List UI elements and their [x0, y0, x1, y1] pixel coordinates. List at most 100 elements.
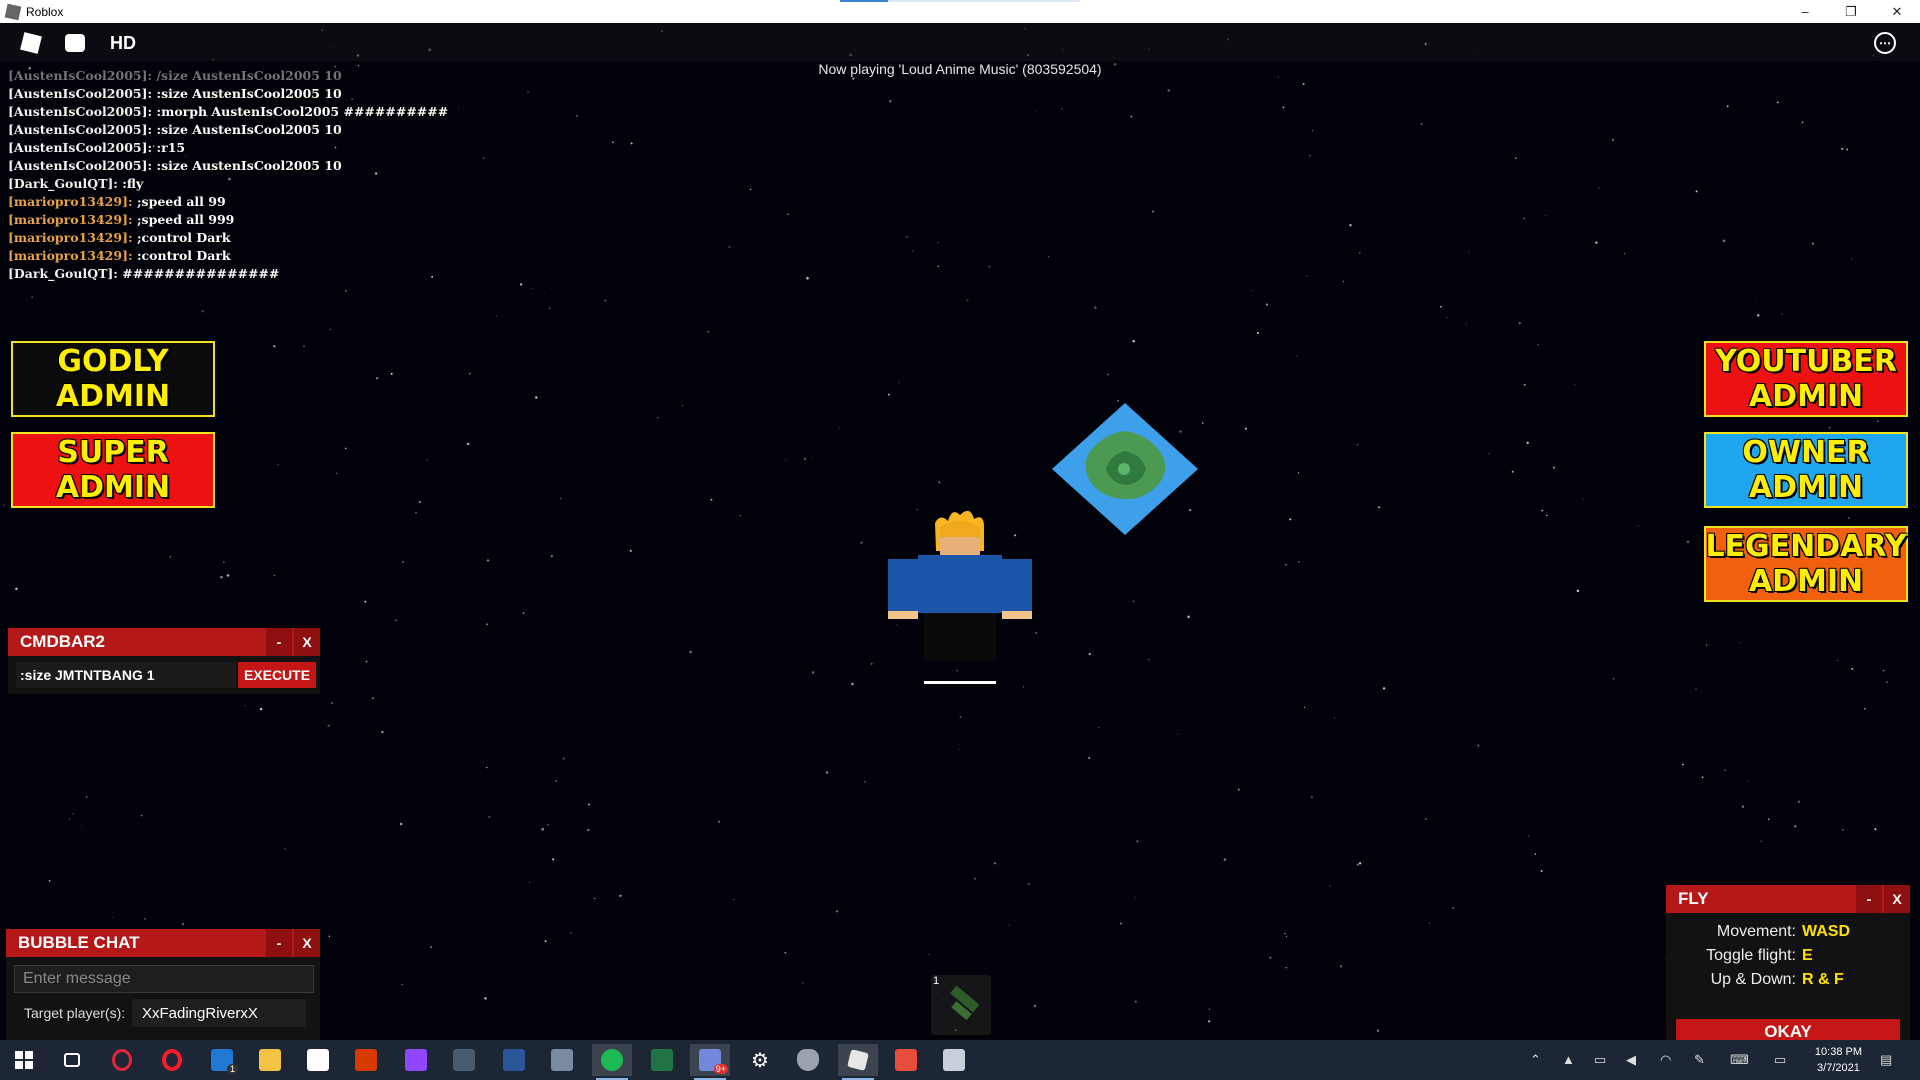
taskbar-excel[interactable] — [642, 1044, 682, 1076]
game-viewport[interactable]: HD ⋯ Now playing 'Loud Anime Music' (803… — [0, 23, 1920, 1040]
star — [395, 619, 397, 622]
star — [1828, 426, 1831, 429]
minimize-button[interactable]: – — [1782, 0, 1828, 23]
hd-icon[interactable]: HD — [106, 30, 140, 56]
player-avatar[interactable] — [880, 493, 1040, 723]
star — [1452, 907, 1454, 909]
star — [1864, 707, 1866, 710]
chat-line: [mariopro13429]: ;speed all 999 — [8, 212, 235, 227]
star — [1428, 922, 1431, 925]
legendary-admin-button[interactable]: LEGENDARY ADMIN — [1704, 526, 1908, 602]
task-view-button[interactable] — [52, 1044, 92, 1076]
star — [1724, 769, 1727, 771]
star — [1088, 652, 1091, 656]
star — [728, 246, 731, 249]
taskbar-security[interactable] — [788, 1044, 828, 1076]
youtuber-admin-button[interactable]: YOUTUBER ADMIN — [1704, 341, 1908, 417]
taskbar-roblox[interactable] — [838, 1044, 878, 1080]
fly-close-button[interactable]: X — [1884, 885, 1910, 913]
taskbar-mail[interactable]: 1 — [202, 1044, 242, 1076]
taskbar-opera-gx[interactable] — [102, 1044, 142, 1076]
fly-header[interactable]: FLY - X — [1666, 885, 1910, 913]
battery-icon[interactable]: ▭ — [1594, 1052, 1606, 1068]
star — [1514, 157, 1517, 160]
taskbar-office[interactable] — [346, 1044, 386, 1076]
taskbar-opera[interactable] — [152, 1044, 192, 1076]
close-window-button[interactable]: ✕ — [1874, 0, 1920, 23]
taskbar-file-explorer[interactable] — [250, 1044, 290, 1076]
bubble-chat-minimize-button[interactable]: - — [266, 929, 292, 957]
fly-movement-row: Movement: WASD — [1716, 923, 1850, 940]
super-admin-button[interactable]: SUPER ADMIN — [11, 432, 215, 508]
star — [1208, 1008, 1211, 1010]
star — [1349, 224, 1352, 227]
star — [1134, 1000, 1137, 1003]
star — [560, 498, 562, 500]
star — [906, 235, 909, 239]
star — [1376, 1029, 1380, 1032]
taskbar-calculator[interactable] — [444, 1044, 484, 1076]
chat-line: [mariopro13429]: ;speed all 99 — [8, 194, 226, 209]
star — [1187, 615, 1190, 619]
wifi-icon[interactable]: ◠ — [1660, 1052, 1671, 1068]
cmdbar-minimize-button[interactable]: - — [266, 628, 292, 656]
roblox-menu-icon[interactable] — [18, 30, 44, 56]
star — [1576, 589, 1580, 593]
volume-icon[interactable]: ◀ — [1626, 1052, 1636, 1068]
notifications-icon[interactable]: ▤ — [1880, 1052, 1892, 1068]
chat-line: [AustenIsCool2005]: :r15 — [8, 140, 186, 155]
fly-okay-button[interactable]: OKAY — [1676, 1019, 1900, 1040]
restore-button[interactable]: ❐ — [1828, 0, 1874, 23]
star — [1722, 239, 1726, 243]
start-button[interactable] — [4, 1044, 44, 1076]
star — [486, 766, 488, 769]
star — [522, 612, 525, 615]
star — [226, 574, 230, 577]
chat-line: [AustenIsCool2005]: :size AustenIsCool20… — [8, 122, 342, 137]
office-icon — [355, 1049, 377, 1071]
command-input[interactable] — [16, 662, 236, 688]
star — [851, 682, 854, 686]
star — [144, 918, 146, 920]
hotbar-slot[interactable]: 1 — [931, 975, 991, 1035]
cmdbar-header[interactable]: CMDBAR2 - X — [8, 628, 320, 656]
star — [400, 822, 403, 826]
star — [1776, 101, 1779, 104]
taskbar-roblox-studio[interactable] — [886, 1044, 926, 1076]
taskbar-twitch[interactable] — [396, 1044, 436, 1076]
tray-chevron-icon[interactable]: ⌃ — [1530, 1052, 1541, 1068]
more-options-icon[interactable]: ⋯ — [1874, 32, 1896, 54]
taskbar-clock[interactable]: 10:38 PM 3/7/2021 — [1815, 1044, 1862, 1076]
taskbar-discord[interactable]: 9+ — [690, 1044, 730, 1080]
star — [1237, 788, 1240, 791]
star — [364, 600, 367, 603]
owner-admin-button[interactable]: OWNER ADMIN — [1704, 432, 1908, 508]
cmdbar-close-button[interactable]: X — [294, 628, 320, 656]
keyboard-icon[interactable]: ⌨ — [1730, 1052, 1749, 1068]
star — [803, 457, 807, 461]
target-player-field[interactable]: XxFadingRiverxX — [132, 999, 306, 1027]
star — [1598, 187, 1600, 189]
star — [1739, 642, 1741, 644]
taskbar-settings[interactable]: ⚙ — [740, 1044, 780, 1076]
godly-admin-button[interactable]: GODLY ADMIN — [11, 341, 215, 417]
star — [1269, 956, 1272, 959]
pen-icon[interactable]: ✎ — [1694, 1052, 1705, 1068]
star — [1382, 687, 1386, 690]
taskbar-spotify[interactable] — [592, 1044, 632, 1080]
star — [1098, 727, 1100, 729]
taskbar-snipping-tool[interactable] — [542, 1044, 582, 1076]
message-input[interactable] — [14, 965, 314, 993]
star — [928, 954, 930, 956]
bubble-chat-close-button[interactable]: X — [294, 929, 320, 957]
bubble-chat-header[interactable]: BUBBLE CHAT - X — [6, 929, 320, 957]
drive-icon[interactable]: ▲ — [1562, 1052, 1575, 1067]
execute-button[interactable]: EXECUTE — [238, 662, 316, 688]
chat-icon[interactable] — [62, 30, 88, 56]
taskbar-word[interactable] — [494, 1044, 534, 1076]
taskbar-store[interactable] — [298, 1044, 338, 1076]
fly-minimize-button[interactable]: - — [1856, 885, 1882, 913]
display-icon[interactable]: ▭ — [1774, 1052, 1786, 1068]
taskbar-roblox-player[interactable] — [934, 1044, 974, 1076]
star — [1541, 509, 1544, 512]
